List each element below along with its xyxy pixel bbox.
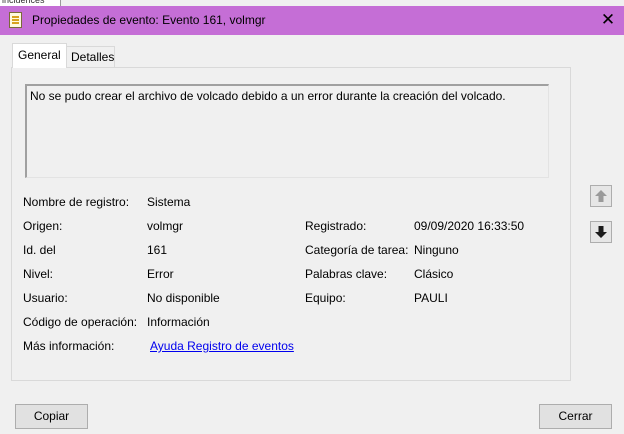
event-log-document-icon <box>9 12 22 28</box>
task-category-value: Ninguno <box>414 243 459 257</box>
logged-label: Registrado: <box>305 219 367 233</box>
tab-detalles[interactable]: Detalles <box>65 46 115 67</box>
opcode-label: Código de operación: <box>23 315 138 329</box>
source-value: volmgr <box>147 219 184 233</box>
close-window-button[interactable]: ✕ <box>592 6 624 35</box>
level-label: Nivel: <box>23 267 54 281</box>
keywords-label: Palabras clave: <box>305 267 388 281</box>
keywords-value: Clásico <box>414 267 454 281</box>
computer-value: PAULI <box>414 291 448 305</box>
copy-button[interactable]: Copiar <box>15 404 88 429</box>
level-value: Error <box>147 267 174 281</box>
previous-event-button[interactable] <box>590 185 612 207</box>
tab-general[interactable]: General <box>12 43 67 68</box>
event-description-text: No se pudo crear el archivo de volcado d… <box>30 89 506 103</box>
opcode-value: Información <box>147 315 210 329</box>
event-description-box[interactable]: No se pudo crear el archivo de volcado d… <box>25 84 549 178</box>
event-id-label: Id. del <box>23 243 56 257</box>
event-id-value: 161 <box>147 243 168 257</box>
user-label: Usuario: <box>23 291 68 305</box>
logged-value: 09/09/2020 16:33:50 <box>414 219 525 233</box>
computer-label: Equipo: <box>305 291 346 305</box>
background-window-text: incidences <box>2 0 45 5</box>
user-value: No disponible <box>147 291 220 305</box>
window-title: Propiedades de evento: Evento 161, volmg… <box>32 13 266 27</box>
arrow-down-icon <box>595 226 607 238</box>
log-name-label: Nombre de registro: <box>23 195 130 209</box>
close-button[interactable]: Cerrar <box>539 404 612 429</box>
more-info-label: Más información: <box>23 339 115 353</box>
source-label: Origen: <box>23 219 63 233</box>
event-log-help-link[interactable]: Ayuda Registro de eventos <box>150 339 294 353</box>
arrow-up-icon <box>595 190 607 202</box>
next-event-button[interactable] <box>590 221 612 243</box>
title-bar: Propiedades de evento: Evento 161, volmg… <box>0 6 624 35</box>
log-name-value: Sistema <box>147 195 191 209</box>
task-category-label: Categoría de tarea: <box>305 243 409 257</box>
